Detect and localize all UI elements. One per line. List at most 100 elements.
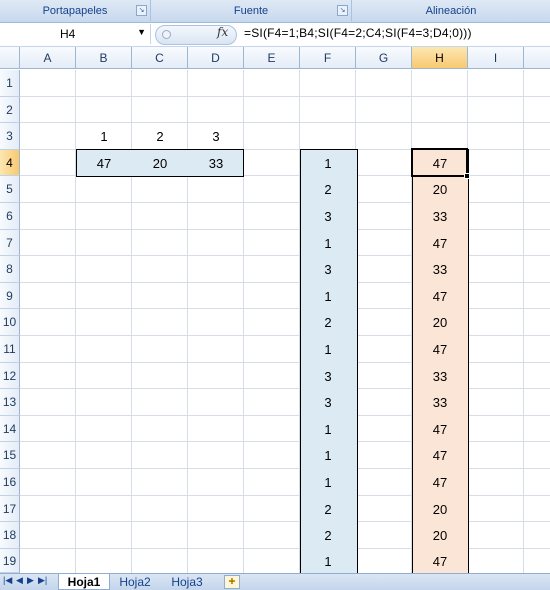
- cell-h18[interactable]: 20: [412, 522, 468, 549]
- cell-d4[interactable]: 33: [188, 150, 244, 177]
- cell-h9[interactable]: 47: [412, 283, 468, 309]
- gridline: [20, 229, 550, 230]
- column-header-g[interactable]: G: [356, 47, 412, 69]
- column-header-h[interactable]: H: [412, 47, 468, 69]
- cell-h15[interactable]: 47: [412, 442, 468, 469]
- cell-h14[interactable]: 47: [412, 416, 468, 442]
- cell-h8[interactable]: 33: [412, 256, 468, 283]
- cell-c3[interactable]: 2: [132, 123, 188, 150]
- cell-f6[interactable]: 3: [300, 203, 356, 230]
- sheet-tab-hoja1[interactable]: Hoja1: [58, 574, 110, 590]
- grip-icon: [162, 30, 171, 39]
- column-header-a[interactable]: A: [20, 47, 76, 69]
- row-header-16[interactable]: 16: [0, 469, 20, 496]
- gridline: [20, 96, 550, 97]
- cell-f9[interactable]: 1: [300, 283, 356, 309]
- insert-sheet-icon[interactable]: ✚: [224, 575, 240, 589]
- row-header-7[interactable]: 7: [0, 230, 20, 256]
- chevron-down-icon[interactable]: ▼: [137, 27, 146, 37]
- row-header-13[interactable]: 13: [0, 389, 20, 416]
- cell-h11[interactable]: 47: [412, 336, 468, 363]
- column-header-c[interactable]: C: [132, 47, 188, 69]
- cell-f4[interactable]: 1: [300, 150, 356, 176]
- active-cell-h4[interactable]: [411, 148, 468, 177]
- row-header-15[interactable]: 15: [0, 442, 20, 469]
- row-header-12[interactable]: 12: [0, 363, 20, 389]
- next-sheet-icon[interactable]: ▶: [27, 575, 34, 586]
- gridline: [20, 362, 550, 363]
- cell-h7[interactable]: 47: [412, 230, 468, 256]
- ribbon-group-alignment[interactable]: Alineación: [352, 0, 550, 21]
- fill-handle[interactable]: [464, 173, 470, 179]
- row-header-4[interactable]: 4: [0, 150, 20, 176]
- first-sheet-icon[interactable]: |◀: [3, 575, 12, 586]
- cell-c4[interactable]: 20: [132, 150, 188, 177]
- cell-f16[interactable]: 1: [300, 469, 356, 496]
- cell-h5[interactable]: 20: [412, 176, 468, 203]
- cell-f15[interactable]: 1: [300, 442, 356, 469]
- cell-f11[interactable]: 1: [300, 336, 356, 363]
- formula-input[interactable]: =SI(F4=1;B4;SI(F4=2;C4;SI(F4=3;D4;0))): [244, 26, 472, 40]
- gridline: [20, 548, 550, 549]
- row-header-1[interactable]: 1: [0, 70, 20, 97]
- row-header-10[interactable]: 10: [0, 309, 20, 336]
- sheet-tab-hoja3[interactable]: Hoja3: [162, 574, 212, 589]
- column-header-b[interactable]: B: [76, 47, 132, 69]
- cell-f7[interactable]: 1: [300, 230, 356, 256]
- insert-function-icon[interactable]: fx: [217, 25, 228, 39]
- row-header-6[interactable]: 6: [0, 203, 20, 230]
- select-all-button[interactable]: [0, 47, 20, 69]
- ribbon-group-font[interactable]: Fuente ↘: [151, 0, 352, 21]
- ribbon-group-label: Portapapeles: [42, 4, 108, 17]
- column-header-f[interactable]: F: [300, 47, 356, 69]
- column-header-i[interactable]: I: [468, 47, 524, 69]
- ribbon-group-clipboard[interactable]: Portapapeles ↘: [0, 0, 151, 21]
- gridline: [20, 468, 550, 469]
- gridline: [20, 495, 550, 496]
- cell-f13[interactable]: 3: [300, 389, 356, 416]
- cell-f12[interactable]: 3: [300, 363, 356, 389]
- cell-f5[interactable]: 2: [300, 176, 356, 203]
- cell-h17[interactable]: 20: [412, 496, 468, 522]
- cell-h13[interactable]: 33: [412, 389, 468, 416]
- ribbon-group-label: Fuente: [233, 4, 269, 17]
- row-header-19[interactable]: 19: [0, 549, 20, 573]
- cell-h12[interactable]: 33: [412, 363, 468, 389]
- cell-d3[interactable]: 3: [188, 123, 244, 150]
- cell-b3[interactable]: 1: [76, 123, 132, 150]
- name-box[interactable]: H4 ▼: [0, 24, 151, 44]
- last-sheet-icon[interactable]: ▶|: [38, 575, 47, 586]
- sheet-tab-hoja2[interactable]: Hoja2: [110, 574, 160, 589]
- row-header-3[interactable]: 3: [0, 123, 20, 150]
- column-header-e[interactable]: E: [244, 47, 300, 69]
- cell-f19[interactable]: 1: [300, 549, 356, 573]
- cell-b4[interactable]: 47: [76, 150, 132, 177]
- cell-f8[interactable]: 3: [300, 256, 356, 283]
- row-header-8[interactable]: 8: [0, 256, 20, 283]
- cell-f17[interactable]: 2: [300, 496, 356, 522]
- cell-f10[interactable]: 2: [300, 309, 356, 336]
- row-header-18[interactable]: 18: [0, 522, 20, 549]
- column-header-j[interactable]: [524, 47, 550, 69]
- dialog-launcher-icon[interactable]: ↘: [337, 5, 348, 16]
- row-header-17[interactable]: 17: [0, 496, 20, 522]
- cell-h19[interactable]: 47: [412, 549, 468, 573]
- dialog-launcher-icon[interactable]: ↘: [136, 5, 147, 16]
- row-header-11[interactable]: 11: [0, 336, 20, 363]
- cell-h10[interactable]: 20: [412, 309, 468, 336]
- row-header-5[interactable]: 5: [0, 176, 20, 203]
- row-header-14[interactable]: 14: [0, 416, 20, 442]
- gridline: [20, 441, 550, 442]
- cell-f18[interactable]: 2: [300, 522, 356, 549]
- column-header-d[interactable]: D: [188, 47, 244, 69]
- row-header-2[interactable]: 2: [0, 97, 20, 123]
- cell-h16[interactable]: 47: [412, 469, 468, 496]
- gridline: [523, 70, 524, 573]
- cell-h6[interactable]: 33: [412, 203, 468, 230]
- gridline: [20, 388, 550, 389]
- cell-f14[interactable]: 1: [300, 416, 356, 442]
- prev-sheet-icon[interactable]: ◀: [16, 575, 23, 586]
- row-header-9[interactable]: 9: [0, 283, 20, 309]
- gridline: [20, 335, 550, 336]
- gridline: [20, 282, 550, 283]
